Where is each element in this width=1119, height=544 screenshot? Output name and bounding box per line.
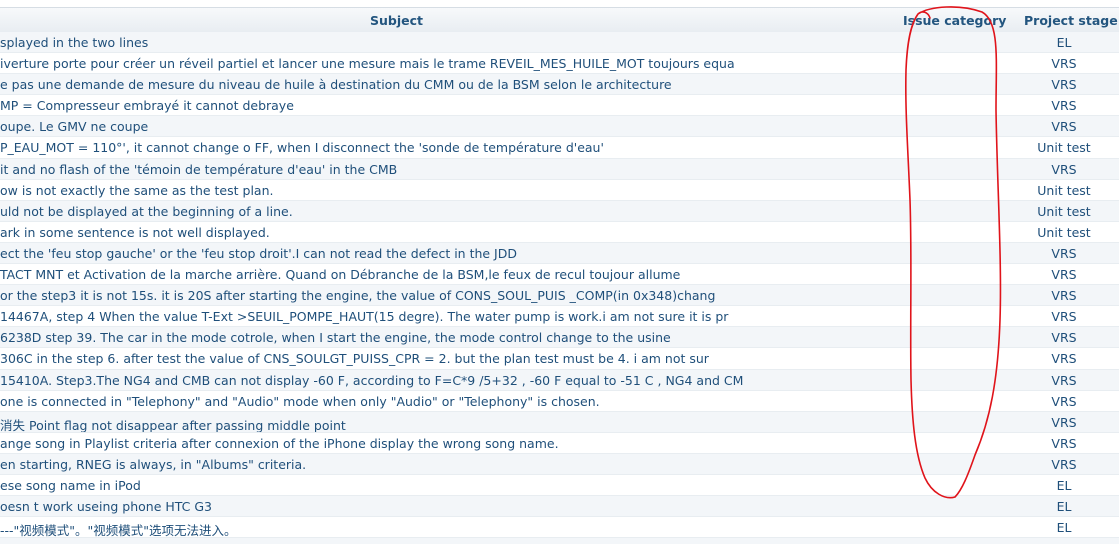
cell-subject[interactable]: ---"视频模式"。"视频模式"选项无法进入。 (0, 520, 885, 537)
table-row[interactable]: iverture porte pour créer un réveil part… (0, 53, 1119, 75)
cell-subject[interactable]: en starting, RNEG is always, in "Albums"… (0, 457, 885, 472)
table-row[interactable]: oupe. Le GMV ne coupe VRS (0, 116, 1119, 138)
cell-subject[interactable]: one is connected in "Telephony" and "Aud… (0, 394, 885, 409)
table-row[interactable]: MP = Compresseur embrayé it cannot debra… (0, 95, 1119, 117)
table-row[interactable]: oesn t work useing phone HTC G3 EL (0, 496, 1119, 518)
cell-project-stage: VRS (1051, 56, 1077, 72)
cell-project-stage: Unit test (1037, 203, 1091, 219)
table-row[interactable]: uld not be displayed at the beginning of… (0, 200, 1119, 222)
cell-project-stage: VRS (1051, 267, 1077, 283)
table-row[interactable]: 15410A. Step3.The NG4 and CMB can not di… (0, 369, 1119, 391)
cell-subject[interactable]: ese song name in iPod (0, 478, 885, 493)
cell-project-stage: VRS (1051, 77, 1077, 93)
cell-subject[interactable]: e pas une demande de mesure du niveau de… (0, 77, 885, 92)
cell-subject[interactable]: oesn t work useing phone HTC G3 (0, 499, 885, 514)
cell-subject[interactable]: ow is not exactly the same as the test p… (0, 183, 885, 198)
table-row[interactable]: it and no flash of the 'témoin de tempér… (0, 158, 1119, 180)
cell-subject[interactable]: oupe. Le GMV ne coupe (0, 119, 885, 134)
cell-project-stage: Unit test (1037, 224, 1091, 240)
cell-subject[interactable]: P_EAU_MOT = 110°', it cannot change o FF… (0, 140, 885, 155)
cell-subject[interactable]: iverture porte pour créer un réveil part… (0, 56, 885, 71)
cell-project-stage: EL (1056, 35, 1072, 50)
cell-project-stage: VRS (1051, 98, 1077, 114)
cell-subject[interactable]: MP = Compresseur embrayé it cannot debra… (0, 98, 885, 113)
cell-project-stage: VRS (1051, 456, 1077, 472)
table-row[interactable]: or the step3 it is not 15s. it is 20S af… (0, 285, 1119, 307)
cell-project-stage: VRS (1051, 288, 1077, 304)
cell-project-stage: VRS (1051, 414, 1077, 430)
cell-project-stage: VRS (1051, 435, 1077, 451)
cell-project-stage: VRS (1051, 119, 1077, 135)
cell-subject[interactable]: splayed in the two lines (0, 35, 885, 50)
cell-subject[interactable]: 消失 Point flag not disappear after passin… (0, 415, 885, 432)
column-header-issue-category[interactable]: Issue category (903, 13, 1006, 28)
column-header-subject[interactable]: Subject (370, 13, 423, 28)
cell-subject[interactable]: ange song in Playlist criteria after con… (0, 436, 885, 451)
cell-project-stage: VRS (1051, 351, 1077, 367)
table-row[interactable]: TACT MNT et Activation de la marche arri… (0, 264, 1119, 286)
cell-project-stage: VRS (1051, 372, 1077, 388)
cell-subject[interactable]: it and no flash of the 'témoin de tempér… (0, 162, 885, 177)
cell-subject[interactable]: uld not be displayed at the beginning of… (0, 204, 885, 219)
table-row[interactable]: splayed in the two lines EL (0, 32, 1119, 54)
cell-project-stage: VRS (1051, 245, 1077, 261)
cell-project-stage: Unit test (1037, 140, 1091, 156)
table-row[interactable]: ese song name in iPod EL (0, 474, 1119, 497)
cell-project-stage: Unit test (1037, 182, 1091, 198)
table-row[interactable]: 6238D step 39. The car in the mode cotro… (0, 327, 1119, 349)
cell-project-stage: EL (1056, 499, 1072, 515)
cell-subject[interactable]: ark in some sentence is not well display… (0, 225, 885, 240)
cell-project-stage: VRS (1051, 330, 1077, 346)
issue-table-view: Subject Issue category Project stage spl… (0, 0, 1119, 544)
cell-subject[interactable]: or the step3 it is not 15s. it is 20S af… (0, 288, 885, 303)
cell-subject[interactable]: 14467A, step 4 When the value T-Ext >SEU… (0, 309, 885, 324)
table-row[interactable]: ---"视频模式"。"视频模式"选项无法进入。 EL (0, 517, 1119, 539)
table-row[interactable]: ange song in Playlist criteria after con… (0, 432, 1119, 454)
table-body: splayed in the two lines EL iverture porte… (0, 32, 1119, 544)
cell-project-stage: EL (1056, 520, 1072, 536)
table-row[interactable]: 306C in the step 6. after test the value… (0, 348, 1119, 370)
table-row[interactable]: 消失 Point flag not disappear after passin… (0, 411, 1119, 433)
cell-subject[interactable]: 15410A. Step3.The NG4 and CMB can not di… (0, 373, 885, 388)
column-header-project-stage[interactable]: Project stage (1024, 13, 1118, 28)
table-row[interactable]: ark in some sentence is not well display… (0, 221, 1119, 243)
table-row[interactable]: one is connected in "Telephony" and "Aud… (0, 390, 1119, 412)
cell-project-stage: EL (1056, 477, 1072, 493)
table-row[interactable]: larm doesn't flash while over speed 超速时限… (0, 538, 1119, 544)
table-row[interactable]: e pas une demande de mesure du niveau de… (0, 74, 1119, 96)
cell-subject[interactable]: TACT MNT et Activation de la marche arri… (0, 267, 885, 282)
cell-project-stage: VRS (1051, 309, 1077, 325)
table-row[interactable]: ow is not exactly the same as the test p… (0, 179, 1119, 201)
cell-subject[interactable]: 306C in the step 6. after test the value… (0, 351, 885, 366)
cell-project-stage: VRS (1051, 393, 1077, 409)
cell-subject[interactable]: ect the 'feu stop gauche' or the 'feu st… (0, 246, 885, 261)
cell-subject[interactable]: 6238D step 39. The car in the mode cotro… (0, 330, 885, 345)
table-header: Subject Issue category Project stage (0, 7, 1119, 35)
table-row[interactable]: ect the 'feu stop gauche' or the 'feu st… (0, 242, 1119, 265)
cell-project-stage: VRS (1051, 161, 1077, 177)
table-row[interactable]: P_EAU_MOT = 110°', it cannot change o FF… (0, 137, 1119, 159)
table-row[interactable]: en starting, RNEG is always, in "Albums"… (0, 453, 1119, 475)
table-row[interactable]: 14467A, step 4 When the value T-Ext >SEU… (0, 306, 1119, 328)
